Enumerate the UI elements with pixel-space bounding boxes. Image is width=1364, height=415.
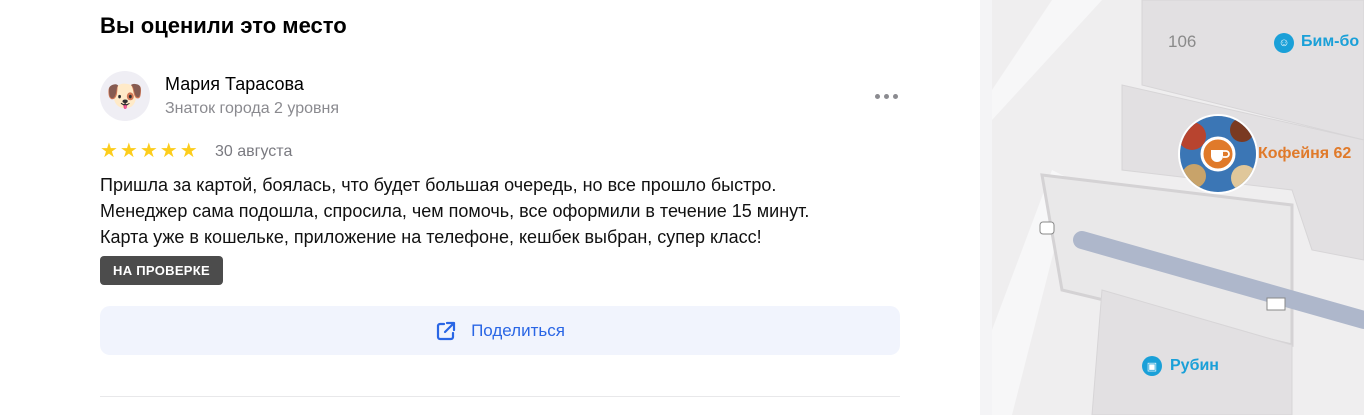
- poi-label-coffee[interactable]: Кофейня 62: [1258, 145, 1351, 163]
- more-dots-icon: [874, 93, 880, 99]
- author-level: Знаток города 2 уровня: [165, 100, 340, 117]
- toy-store-icon[interactable]: ☺: [1274, 33, 1294, 53]
- house-number: 106: [1168, 32, 1197, 51]
- dog-avatar-icon: 🐶: [106, 79, 144, 113]
- author-name[interactable]: Мария Тарасова: [165, 73, 304, 95]
- review-text-line: Карта уже в кошельке, приложение на теле…: [100, 227, 762, 247]
- share-label: Поделиться: [471, 320, 565, 340]
- star-icon: ★★★★★: [100, 140, 200, 162]
- review-date: 30 августа: [215, 143, 293, 160]
- panel-scroll-track[interactable]: [980, 0, 992, 415]
- avatar[interactable]: 🐶: [100, 71, 150, 121]
- shopping-bag-icon[interactable]: ▣: [1142, 356, 1162, 376]
- poi-label-rubin[interactable]: Рубин: [1170, 357, 1219, 375]
- more-options-button[interactable]: [866, 84, 906, 108]
- coffee-icon[interactable]: [1180, 116, 1256, 192]
- divider: [100, 396, 900, 397]
- review-text-line: Менеджер сама подошла, спросила, чем пом…: [100, 201, 810, 221]
- review-text-line: Пришла за картой, боялась, что будет бол…: [100, 175, 777, 195]
- share-icon: [436, 321, 456, 340]
- review-panel: Вы оценили это место 🐶 Мария Тарасова Зн…: [0, 0, 992, 415]
- page-title: Вы оценили это место: [100, 13, 347, 38]
- review-text: Пришла за картой, боялась, что будет бол…: [100, 172, 920, 250]
- share-button[interactable]: Поделиться: [100, 306, 900, 355]
- rating-stars: ★★★★★: [100, 141, 200, 161]
- map-view[interactable]: 106 ☺ Бим-бо Кофейня 62 ▣ Рубин: [992, 0, 1364, 415]
- map-canvas: [992, 0, 1364, 415]
- poi-label-bimbo[interactable]: Бим-бо: [1301, 33, 1359, 51]
- status-badge: НА ПРОВЕРКЕ: [100, 256, 223, 285]
